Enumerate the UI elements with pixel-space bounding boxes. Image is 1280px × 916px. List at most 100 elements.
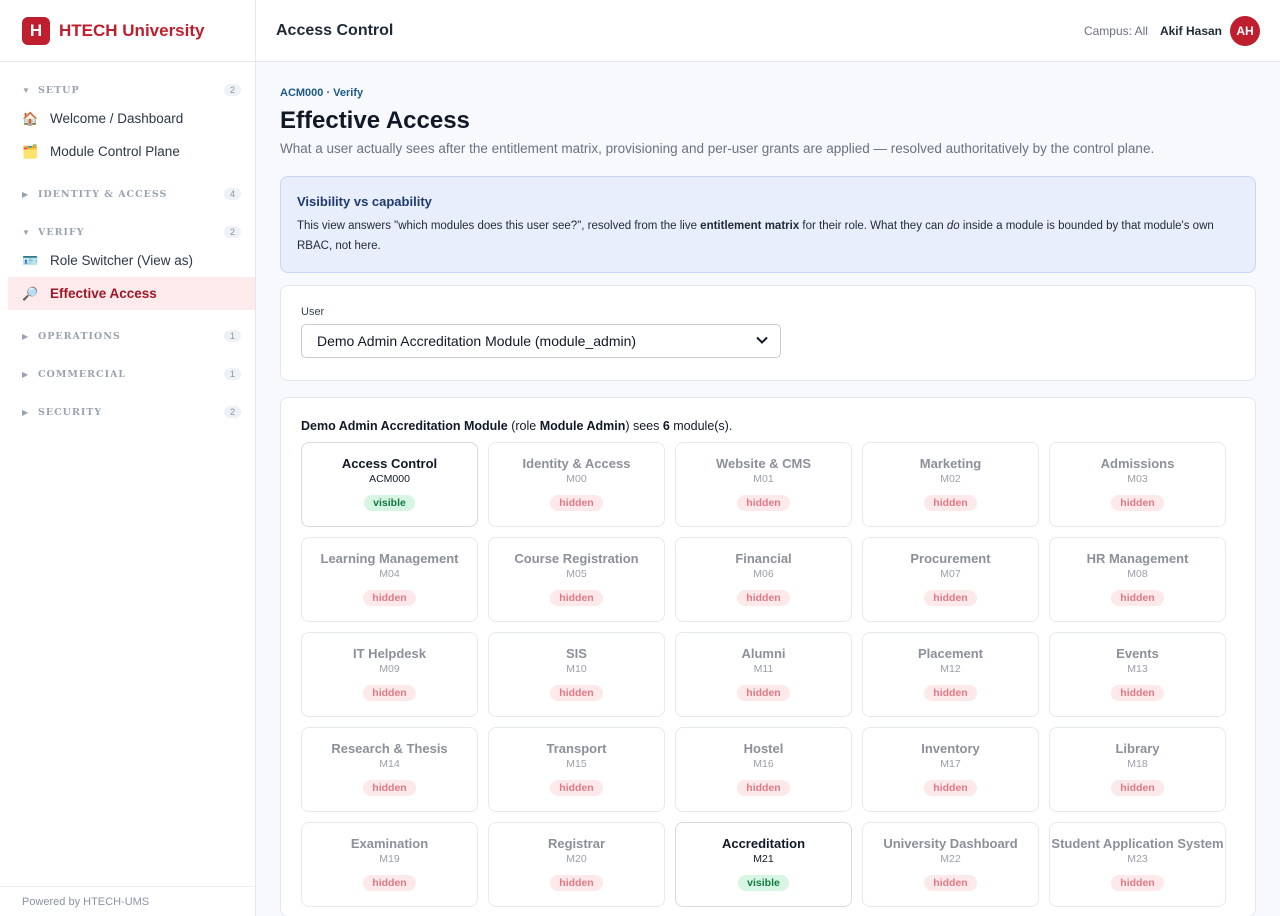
nav-section-toggle[interactable]: ▶ COMMERCIAL 1: [0, 362, 255, 386]
sidebar-item-label: Role Switcher (View as): [50, 253, 194, 268]
module-name: Research & Thesis: [331, 741, 448, 756]
summary-pre-role: (role: [507, 419, 540, 433]
module-code: ACM000: [369, 473, 410, 485]
brand[interactable]: H HTECH University: [0, 0, 255, 62]
nav-section-toggle[interactable]: ▶ OPERATIONS 1: [0, 324, 255, 348]
module-status-badge: hidden: [924, 495, 977, 511]
nav-section-toggle[interactable]: ▼ SETUP 2: [0, 78, 255, 102]
user-select-card: User Demo Admin Accreditation Module (mo…: [280, 285, 1256, 381]
nav-section-count: 1: [223, 368, 241, 380]
info-text-1: This view answers "which modules does th…: [297, 220, 701, 232]
modules-card: Demo Admin Accreditation Module (role Mo…: [280, 397, 1256, 916]
module-status-badge: hidden: [737, 780, 790, 796]
module-name: Website & CMS: [715, 456, 812, 471]
module-tile: Identity & Access M00 hidden: [488, 442, 665, 527]
nav-section-toggle[interactable]: ▶ IDENTITY & ACCESS 4: [0, 182, 255, 206]
summary-mid: ) sees: [625, 419, 663, 433]
nav-group: ▶ OPERATIONS 1: [0, 324, 255, 348]
caret-down-icon: ▼: [22, 85, 30, 95]
module-status-badge: hidden: [924, 780, 977, 796]
sidebar-item-label: Module Control Plane: [50, 144, 180, 159]
sidebar-item[interactable]: 🗂️ Module Control Plane: [0, 135, 255, 168]
module-name: Financial: [735, 551, 792, 566]
module-name: Procurement: [910, 551, 991, 566]
sidebar-footer: Powered by HTECH-UMS: [0, 886, 255, 916]
avatar[interactable]: AH: [1230, 15, 1260, 46]
module-name: Accreditation: [721, 836, 806, 851]
nav-section-toggle[interactable]: ▶ SECURITY 2: [0, 400, 255, 424]
campus-selector[interactable]: Campus: All: [1084, 24, 1148, 38]
info-callout: Visibility vs capability This view answe…: [280, 176, 1256, 273]
module-status-badge: hidden: [924, 875, 977, 891]
module-name: Events: [1116, 646, 1159, 661]
module-tile: Inventory M17 hidden: [862, 727, 1039, 812]
nav-section-count: 2: [223, 84, 241, 96]
module-status-badge: hidden: [363, 590, 416, 606]
caret-right-icon: ▶: [22, 407, 29, 417]
module-code: M03: [1127, 473, 1148, 485]
user-select[interactable]: Demo Admin Accreditation Module (module_…: [301, 324, 781, 358]
module-code: M06: [753, 568, 774, 580]
caret-right-icon: ▶: [22, 189, 29, 199]
summary-role: Module Admin: [539, 419, 626, 433]
header-title: Access Control: [276, 21, 394, 39]
sidebar-item[interactable]: 🪪 Role Switcher (View as): [0, 244, 255, 277]
sidebar-item[interactable]: 🏠 Welcome / Dashboard: [0, 102, 255, 135]
module-code: M02: [940, 473, 961, 485]
module-tile: Library M18 hidden: [1049, 727, 1226, 812]
module-code: M17: [940, 758, 961, 770]
sidebar-nav: ▼ SETUP 2 🏠 Welcome / Dashboard 🗂️ Module Cont…: [0, 62, 255, 424]
caret-down-icon: ▼: [22, 227, 30, 237]
module-tile: Alumni M11 hidden: [675, 632, 852, 717]
user-name[interactable]: Akif Hasan: [1160, 24, 1222, 38]
nav-group: ▶ IDENTITY & ACCESS 4: [0, 182, 255, 206]
module-status-badge: hidden: [1111, 590, 1164, 606]
module-name: University Dashboard: [883, 836, 1018, 851]
module-name: Access Control: [341, 456, 438, 471]
module-status-badge: hidden: [363, 875, 416, 891]
module-tile: Website & CMS M01 hidden: [675, 442, 852, 527]
info-text: This view answers "which modules does th…: [297, 216, 1239, 256]
module-status-badge: hidden: [737, 590, 790, 606]
module-code: M11: [753, 663, 774, 675]
module-tile: University Dashboard M22 hidden: [862, 822, 1039, 907]
visibility-summary: Demo Admin Accreditation Module (role Mo…: [301, 419, 1235, 433]
module-name: Placement: [917, 646, 984, 661]
module-status-badge: hidden: [924, 685, 977, 701]
module-tile: Research & Thesis M14 hidden: [301, 727, 478, 812]
caret-right-icon: ▶: [22, 331, 29, 341]
nav-section-label: IDENTITY & ACCESS: [38, 188, 168, 200]
sidebar-item[interactable]: 🔎 Effective Access: [8, 277, 255, 310]
summary-post: module(s).: [669, 419, 733, 433]
module-status-badge: hidden: [550, 875, 603, 891]
module-status-badge: hidden: [737, 685, 790, 701]
module-code: M14: [379, 758, 400, 770]
module-status-badge: hidden: [363, 685, 416, 701]
module-code: M04: [379, 568, 400, 580]
module-status-badge: hidden: [550, 495, 603, 511]
module-name: Course Registration: [514, 551, 639, 566]
nav-group: ▼ SETUP 2 🏠 Welcome / Dashboard 🗂️ Module Cont…: [0, 78, 255, 168]
module-status-badge: hidden: [363, 780, 416, 796]
caret-right-icon: ▶: [22, 369, 29, 379]
module-status-badge: hidden: [1111, 685, 1164, 701]
nav-section-toggle[interactable]: ▼ VERIFY 2: [0, 220, 255, 244]
module-tile: Financial M06 hidden: [675, 537, 852, 622]
module-tile: Admissions M03 hidden: [1049, 442, 1226, 527]
module-grid: Access Control ACM000 visible Identity & Ac…: [301, 442, 1235, 907]
nav-section-label: COMMERCIAL: [38, 368, 127, 380]
nav-group: ▶ SECURITY 2: [0, 400, 255, 424]
module-status-badge: hidden: [550, 590, 603, 606]
module-code: M13: [1127, 663, 1148, 675]
module-code: M07: [940, 568, 961, 580]
brand-logo: H: [22, 16, 50, 45]
module-name: Learning Management: [320, 551, 459, 566]
module-name: HR Management: [1086, 551, 1189, 566]
module-status-badge: hidden: [737, 495, 790, 511]
module-tile: Accreditation M21 visible: [675, 822, 852, 907]
info-text-italic: do: [946, 220, 960, 232]
nav-group: ▼ VERIFY 2 🪪 Role Switcher (View as) 🔎 Effecti…: [0, 220, 255, 310]
module-code: M15: [566, 758, 587, 770]
nav-section-label: SETUP: [38, 84, 80, 96]
info-title: Visibility vs capability: [297, 194, 432, 209]
